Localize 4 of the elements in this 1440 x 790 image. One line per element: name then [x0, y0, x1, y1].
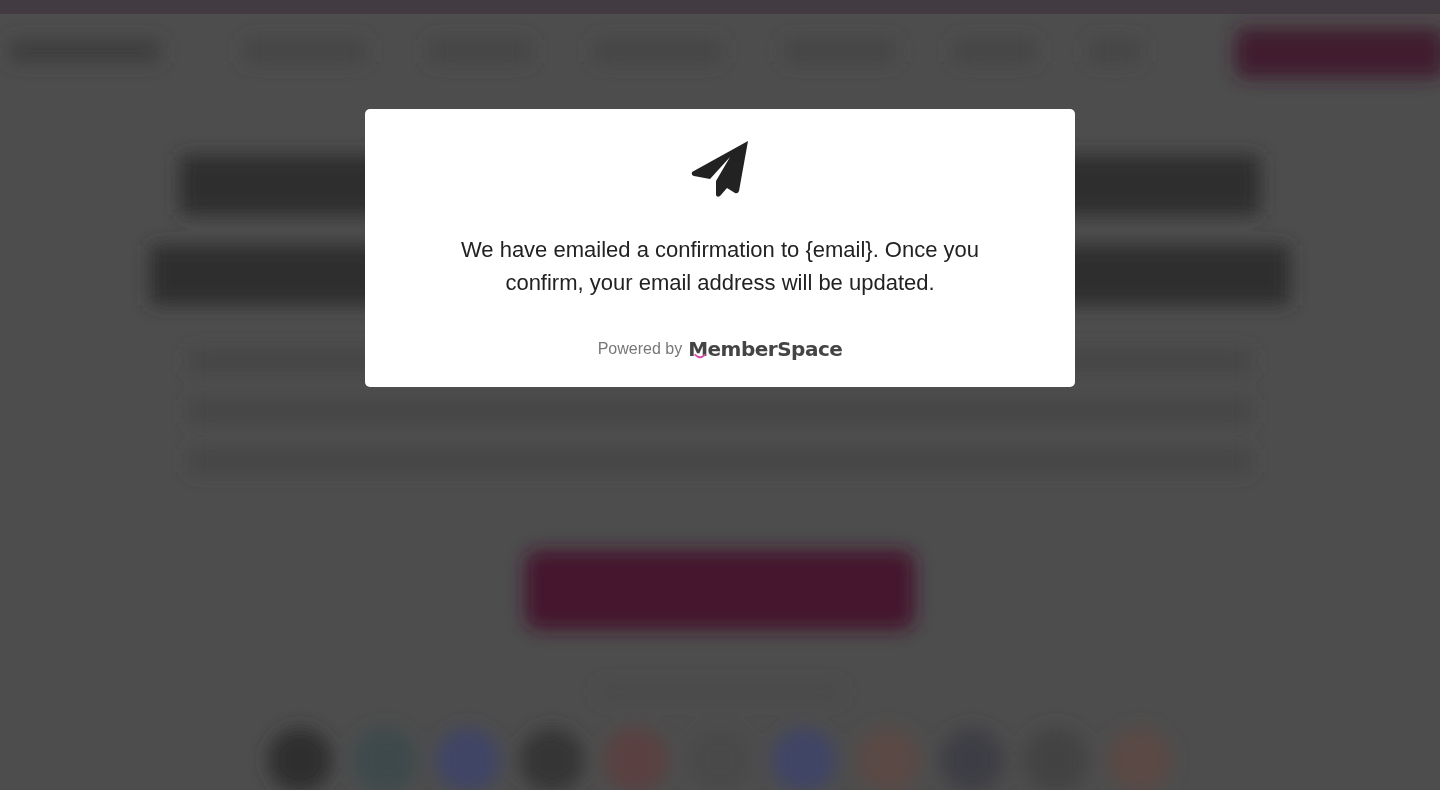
- memberspace-logo[interactable]: MemberSpace: [688, 337, 843, 361]
- paper-plane-icon: [690, 139, 750, 199]
- confirmation-message: We have emailed a confirmation to {email}. Once you confirm, your email address will be updated.: [459, 236, 981, 297]
- powered-by-label: Powered by: [597, 340, 683, 358]
